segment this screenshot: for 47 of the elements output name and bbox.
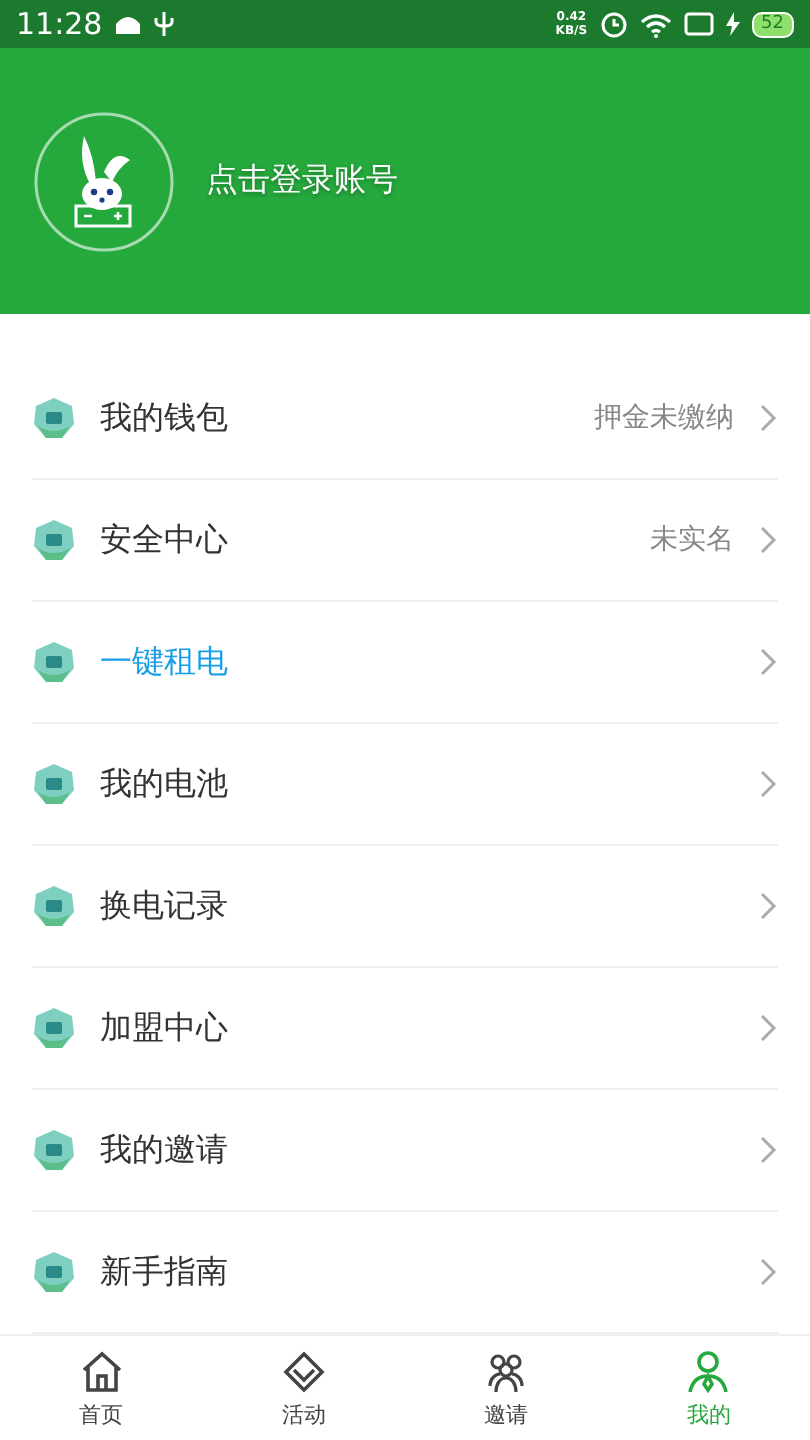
chevron-right-icon (758, 646, 778, 678)
menu-icon (32, 396, 76, 440)
activity-icon (279, 1347, 328, 1395)
menu-value: 押金未缴纳 (594, 400, 734, 436)
menu-item[interactable]: 新手指南 (32, 1212, 778, 1334)
menu-label: 安全中心 (100, 519, 230, 561)
status-time: 11:28 (16, 6, 103, 42)
menu-icon (32, 640, 76, 684)
tab-bar-item[interactable]: 首页 (0, 1336, 203, 1440)
menu-item[interactable]: 换电记录 (32, 846, 778, 968)
menu-label: 我的邀请 (100, 1129, 230, 1171)
battery-level: 52 (751, 11, 794, 37)
chevron-right-icon (758, 1012, 778, 1044)
me-icon (684, 1347, 733, 1395)
menu-icon (32, 1006, 76, 1050)
charging-icon (725, 12, 740, 36)
menu-icon (32, 884, 76, 928)
menu-item[interactable]: 安全中心 未实名 (32, 480, 778, 602)
menu-icon (32, 1128, 76, 1172)
menu-item[interactable]: 加盟中心 (32, 968, 778, 1090)
menu-label: 我的电池 (100, 763, 230, 805)
menu-icon (32, 762, 76, 806)
menu-label: 我的钱包 (100, 397, 230, 439)
usb-icon (154, 10, 175, 38)
home-icon (77, 1347, 126, 1395)
chevron-right-icon (758, 768, 778, 800)
rabbit-logo-icon (34, 111, 174, 251)
menu-label: 换电记录 (100, 885, 230, 927)
screen-icon (683, 12, 714, 36)
menu-label: 一键租电 (100, 641, 230, 683)
tab-bar-item[interactable]: 邀请 (405, 1336, 608, 1440)
menu-label: 加盟中心 (100, 1007, 230, 1049)
menu-icon (32, 1250, 76, 1294)
menu-value: 未实名 (650, 522, 734, 558)
chevron-right-icon (758, 1134, 778, 1166)
menu-item[interactable]: 我的邀请 (32, 1090, 778, 1212)
menu-label: 新手指南 (100, 1251, 230, 1293)
alarm-icon (599, 10, 628, 38)
menu-item[interactable]: 我的钱包 押金未缴纳 (32, 358, 778, 480)
menu-item[interactable]: 我的电池 (32, 724, 778, 846)
chevron-right-icon (758, 402, 778, 434)
chevron-right-icon (758, 524, 778, 556)
chevron-right-icon (758, 1256, 778, 1288)
menu-icon (32, 518, 76, 562)
wifi-icon (639, 11, 672, 37)
chevron-right-icon (758, 890, 778, 922)
tab-bar-item[interactable]: 活动 (202, 1336, 405, 1440)
